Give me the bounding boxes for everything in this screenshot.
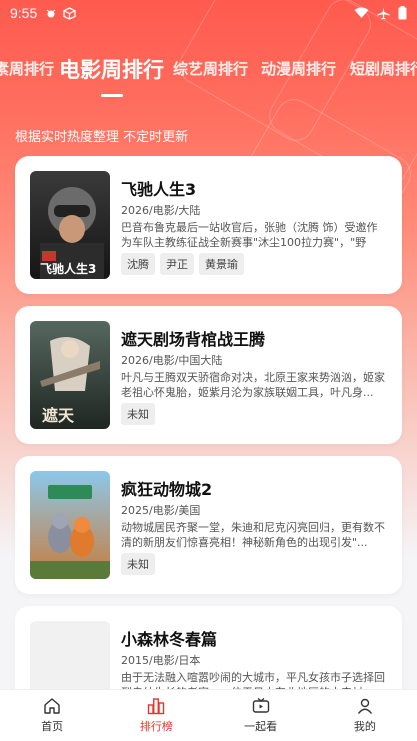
movie-description: 巴音布鲁克最后一站收官后，张驰（沈腾 饰）受邀作为车队主教练征战全新赛事"沐尘1…: [121, 221, 378, 249]
movie-poster: 遮天: [30, 321, 110, 429]
nav-label: 排行榜: [139, 720, 173, 733]
battery-icon: [398, 6, 407, 20]
bug-icon: [46, 9, 56, 18]
movie-title: 遮天剧场背棺战王腾: [121, 330, 266, 349]
status-bar: 9:55: [0, 0, 417, 26]
movie-description: 动物城居民齐聚一堂，朱迪和尼克闪亮回归，更有数不清的新朋友们惊喜亮相！神秘新角色…: [121, 521, 385, 549]
status-time: 9:55: [10, 5, 38, 21]
tab-anime-weekly[interactable]: 动漫周排行: [261, 58, 336, 79]
movie-meta: 2015/电影/日本: [121, 654, 201, 667]
cast-tags: 沈腾 尹正 黄景瑜: [121, 253, 244, 275]
movie-card[interactable]: 遮天 遮天剧场背棺战王腾 2026/电影/中国大陆 叶凡与王腾双天骄宿命对决，北…: [15, 306, 402, 444]
movie-card[interactable]: 疯狂动物城2 2025/电影/美国 动物城居民齐聚一堂，朱迪和尼克闪亮回归，更有…: [15, 456, 402, 594]
nav-label: 一起看: [244, 720, 278, 733]
nav-label: 我的: [353, 720, 376, 733]
nav-profile[interactable]: 我的: [313, 690, 417, 741]
movie-title: 飞驰人生3: [121, 180, 197, 199]
cast-tag[interactable]: 尹正: [160, 253, 194, 275]
movie-meta: 2026/电影/中国大陆: [121, 354, 223, 367]
box-icon: [63, 6, 76, 20]
nav-watch-together[interactable]: 一起看: [209, 690, 313, 741]
bottom-navigation: 首页 排行榜 一起看 我的: [0, 689, 417, 741]
ranking-tabs: 素周排行 电影周排行 综艺周排行 动漫周排行 短剧周排行: [0, 58, 417, 102]
home-icon: [44, 698, 60, 714]
airplane-icon: [377, 7, 390, 19]
svg-text:遮天: 遮天: [42, 406, 75, 425]
ranking-icon: [148, 698, 165, 715]
movie-poster: 飞驰人生3: [30, 171, 110, 279]
movie-description: 叶凡与王腾双天骄宿命对决，北原王家来势汹汹，姬家老祖心怀鬼胎，姬紫月沦为家族联姻…: [121, 371, 385, 399]
tab-movie-weekly[interactable]: 电影周排行: [59, 58, 164, 84]
cast-tags: 未知: [121, 403, 155, 425]
nav-ranking[interactable]: 排行榜: [104, 690, 208, 741]
movie-title: 小森林冬春篇: [121, 630, 218, 649]
movie-title: 疯狂动物城2: [121, 480, 213, 499]
movie-meta: 2026/电影/大陆: [121, 204, 201, 217]
nav-label: 首页: [41, 720, 64, 733]
movie-poster: [30, 471, 110, 579]
cast-tag[interactable]: 沈腾: [121, 253, 155, 275]
cast-tag[interactable]: 黄景瑜: [199, 253, 244, 275]
tab-tv-weekly[interactable]: 素周排行: [0, 58, 54, 79]
movie-meta: 2025/电影/美国: [121, 504, 201, 517]
tab-variety-weekly[interactable]: 综艺周排行: [173, 58, 248, 79]
wifi-icon: [354, 7, 369, 18]
ranking-subtitle: 根据实时热度整理 不定时更新: [15, 130, 189, 145]
cast-tags: 未知: [121, 553, 155, 575]
svg-text:飞驰人生3: 飞驰人生3: [40, 261, 96, 276]
tv-icon: [252, 697, 269, 713]
cast-tag[interactable]: 未知: [121, 553, 155, 575]
tab-short-drama-weekly[interactable]: 短剧周排行: [350, 58, 417, 79]
profile-icon: [357, 698, 372, 714]
active-tab-indicator: [101, 94, 123, 97]
cast-tag[interactable]: 未知: [121, 403, 155, 425]
movie-card[interactable]: 飞驰人生3 飞驰人生3 2026/电影/大陆 巴音布鲁克最后一站收官后，张驰（沈…: [15, 156, 402, 294]
nav-home[interactable]: 首页: [0, 690, 104, 741]
